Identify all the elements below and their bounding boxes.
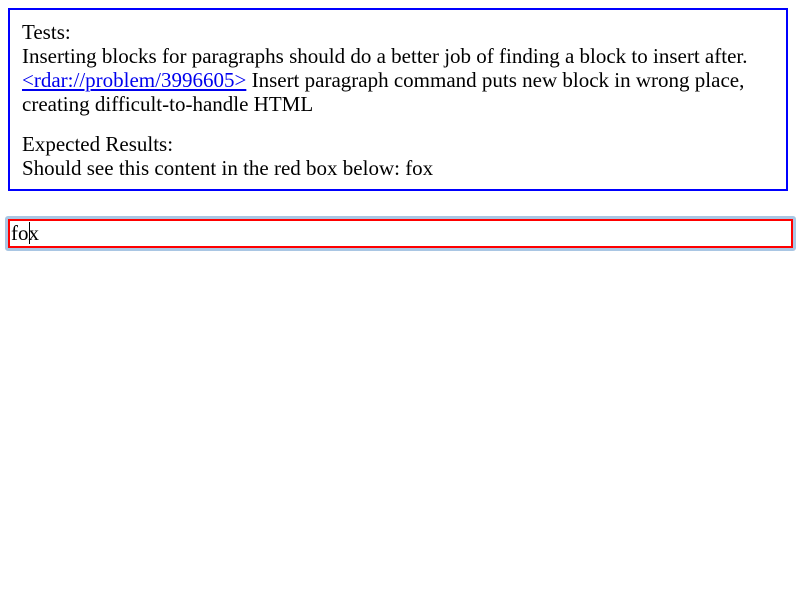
edit-text-before-caret: fo bbox=[11, 221, 29, 245]
rdar-problem-link[interactable]: <rdar://problem/3996605> bbox=[22, 68, 246, 92]
expected-results-text: Should see this content in the red box b… bbox=[22, 156, 434, 180]
edit-text-after-caret: x bbox=[28, 221, 40, 245]
editable-content-box[interactable]: fox bbox=[8, 219, 793, 248]
tests-heading: Tests: bbox=[22, 20, 71, 44]
description-text-before-link: Inserting blocks for paragraphs should d… bbox=[22, 44, 748, 68]
explanation-box: Tests: Inserting blocks for paragraphs s… bbox=[8, 8, 788, 191]
expected-results-heading: Expected Results: bbox=[22, 132, 174, 156]
test-description: Inserting blocks for paragraphs should d… bbox=[22, 44, 774, 116]
